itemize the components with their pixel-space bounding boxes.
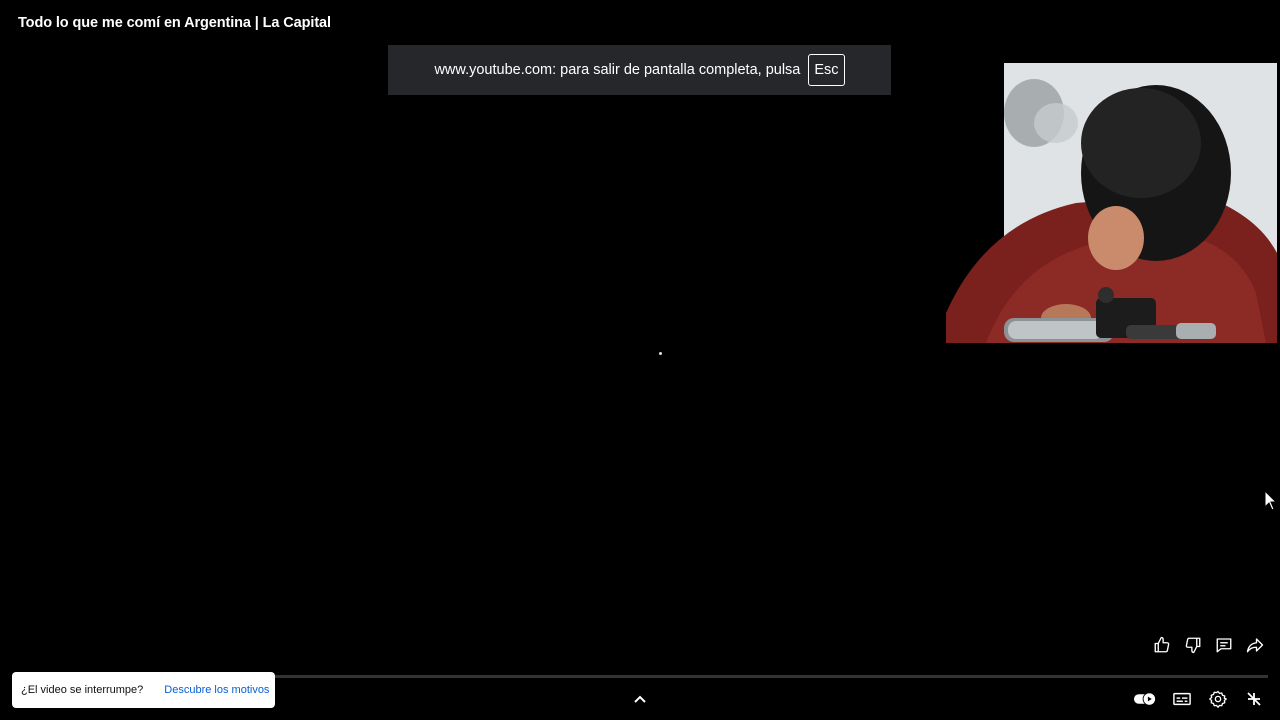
share-icon[interactable]: [1244, 632, 1266, 658]
subtitles-icon[interactable]: [1169, 686, 1194, 712]
comments-icon[interactable]: [1213, 632, 1235, 658]
mouse-cursor-icon: [1264, 489, 1278, 512]
settings-icon[interactable]: [1205, 686, 1230, 712]
exit-fullscreen-icon[interactable]: [1241, 686, 1266, 712]
webcam-image: [946, 63, 1277, 343]
autoplay-toggle-icon[interactable]: [1133, 686, 1158, 712]
engagement-actions: [1151, 632, 1266, 658]
thumbs-up-icon[interactable]: [1151, 632, 1173, 658]
esc-key-label: Esc: [808, 54, 845, 86]
webcam-overlay: [946, 63, 1277, 343]
video-title[interactable]: Todo lo que me comí en Argentina | La Ca…: [18, 15, 331, 31]
fullscreen-notice: www.youtube.com: para salir de pantalla …: [388, 45, 891, 95]
buffering-question: ¿El video se interrumpe?: [21, 684, 144, 696]
chevron-up-icon[interactable]: [630, 689, 650, 709]
fullscreen-notice-message: www.youtube.com: para salir de pantalla …: [434, 62, 801, 78]
learn-why-link[interactable]: Descubre los motivos: [164, 684, 269, 696]
player-controls: [1133, 686, 1266, 712]
buffering-notice: ¿El video se interrumpe? Descubre los mo…: [12, 672, 275, 708]
loading-indicator: [659, 352, 662, 355]
thumbs-down-icon[interactable]: [1182, 632, 1204, 658]
video-player[interactable]: Todo lo que me comí en Argentina | La Ca…: [0, 0, 1280, 720]
